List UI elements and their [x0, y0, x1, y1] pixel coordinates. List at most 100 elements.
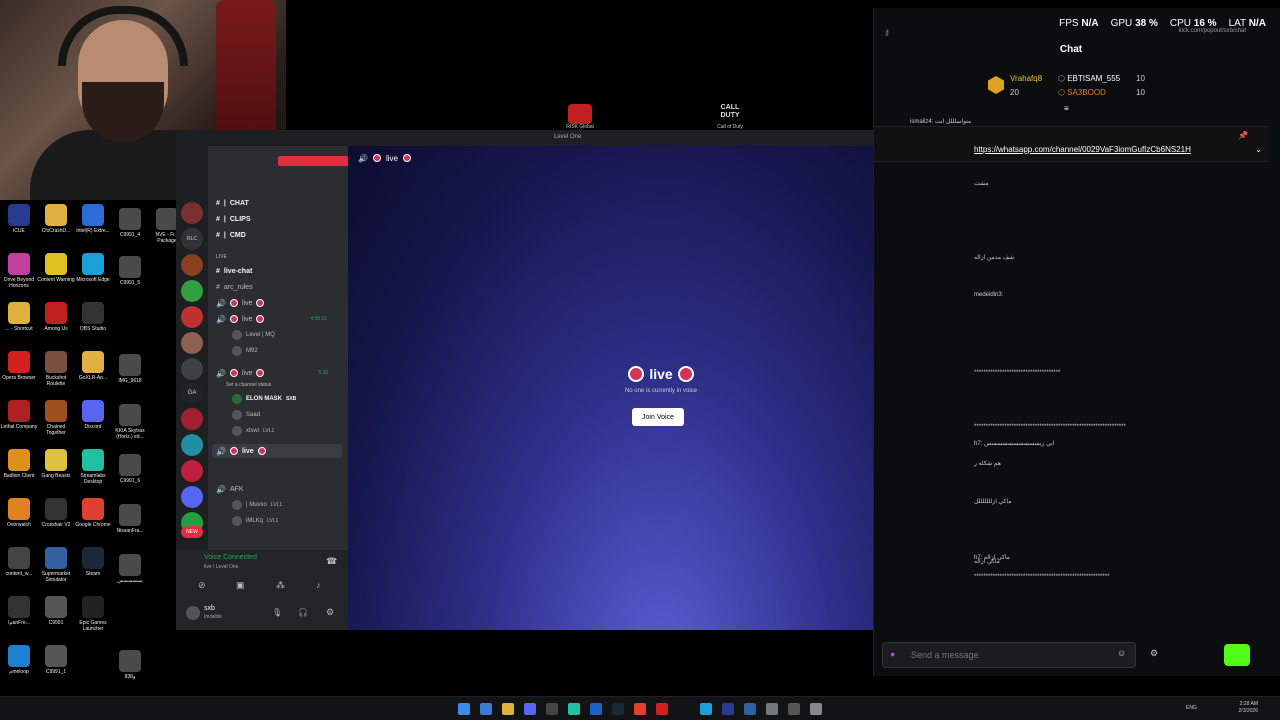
voice-user[interactable]: iMLKq LVL1 — [232, 514, 278, 528]
desktop-icon[interactable]: Opera Browser — [0, 351, 38, 381]
server-icon[interactable] — [181, 460, 203, 482]
pinned-link[interactable]: https://whatsapp.com/channel/0029VaF3iom… — [974, 145, 1191, 154]
desktop-icon[interactable]: IمanFre... — [0, 596, 38, 626]
desktop-icon[interactable]: GoXLR-Ap... — [74, 351, 112, 381]
desktop-icon[interactable]: C9991_6 — [111, 454, 149, 484]
desktop-icon[interactable]: Epic Games Launcher — [74, 596, 112, 632]
server-icon[interactable] — [181, 254, 203, 276]
desktop-icon[interactable]: Badlion Client — [0, 449, 38, 479]
clock[interactable]: 2:28 AM 2/3/2026 — [1239, 701, 1258, 715]
headphones-icon[interactable]: 🎧 — [298, 608, 308, 617]
desktop-icon[interactable]: ... - Shortcut — [0, 302, 38, 332]
desktop-icon[interactable]: بسسسسس — [111, 554, 149, 584]
desktop-icon[interactable]: IMG_9618 — [111, 354, 149, 384]
server-icon[interactable] — [181, 280, 203, 302]
desktop-icon[interactable]: Among Us — [37, 302, 75, 332]
desktop-icon[interactable]: Gang Beasts — [37, 449, 75, 479]
edge-icon[interactable] — [700, 703, 712, 715]
desktop-icon[interactable]: OBS Studio — [74, 302, 112, 332]
desktop-icon-risk[interactable]: RISK Global — [560, 104, 600, 130]
channel-chat[interactable]: # | CHAT — [216, 196, 249, 210]
app-icon[interactable] — [722, 703, 734, 715]
mic-icon[interactable]: ● — [890, 649, 895, 659]
desktop-icon[interactable]: C9991_1 — [37, 645, 75, 675]
app-icon[interactable] — [590, 703, 602, 715]
desktop-icon[interactable]: Lethal Company — [0, 400, 38, 430]
server-icon[interactable] — [181, 486, 203, 508]
mic-icon[interactable]: 🎙 — [272, 608, 282, 617]
camera-off-icon[interactable]: ⊘ — [198, 580, 206, 591]
app-icon[interactable] — [810, 703, 822, 715]
desktop-icon[interactable]: KKIA Skytrax (Horiz.) ed... — [111, 404, 149, 440]
voice-user[interactable]: M92 — [232, 344, 258, 358]
channel-arc-rules[interactable]: # arc_rules — [216, 280, 253, 294]
voice-channel[interactable]: 🔊 live — [216, 296, 265, 310]
desktop-icon[interactable]: Drive Beyond Horizons — [0, 253, 38, 289]
voice-user[interactable]: | Muvxo LVL1 — [232, 498, 282, 512]
desktop-icon-cod[interactable]: CALL DUTY Call of Duty — [710, 104, 750, 130]
url-bar[interactable]: kick.com/popout/sxb/chat — [1179, 28, 1246, 34]
steam-icon[interactable] — [612, 703, 624, 715]
desktop-icon[interactable]: C9991 — [37, 596, 75, 626]
voice-user[interactable]: Level | MQ — [232, 328, 275, 342]
settings-icon[interactable] — [766, 703, 778, 715]
channel-clips[interactable]: # | CLIPS — [216, 212, 251, 226]
settings-icon[interactable]: ⚙ — [326, 607, 334, 618]
app-icon[interactable] — [788, 703, 800, 715]
screen-share-icon[interactable]: ▣ — [236, 580, 245, 591]
opera-icon[interactable] — [656, 703, 668, 715]
voice-channel[interactable]: 🔊 live 4:55:21 — [216, 312, 327, 326]
voice-user[interactable]: Saad — [232, 408, 260, 422]
file-explorer-icon[interactable] — [502, 703, 514, 715]
desktop-icon[interactable]: Steam — [74, 547, 112, 577]
desktop-icon[interactable]: Supermarket Simulator — [37, 547, 75, 583]
desktop-icon[interactable]: Crosshair V2 — [37, 498, 75, 528]
desktop-icon[interactable]: Google Chrome — [74, 498, 112, 528]
voice-user[interactable]: ELON MASK SXB — [232, 392, 296, 406]
desktop-icon[interactable]: و838 — [111, 650, 149, 680]
voice-user[interactable]: xlxwi LVL1 — [232, 424, 274, 438]
desktop-icon[interactable]: مmeloop — [0, 645, 38, 675]
server-icon[interactable] — [181, 358, 203, 380]
server-icon[interactable] — [181, 408, 203, 430]
server-icon[interactable] — [181, 332, 203, 354]
desktop-icon[interactable]: content_w... — [0, 547, 38, 577]
chevron-down-icon[interactable]: ⌄ — [1255, 145, 1262, 154]
desktop-icon[interactable]: NissanFra... — [111, 504, 149, 534]
desktop-icon[interactable]: Overwatch — [0, 498, 38, 528]
disconnect-icon[interactable]: ☎ — [326, 556, 337, 567]
server-icon[interactable]: GA — [181, 382, 203, 404]
app-icon[interactable] — [744, 703, 756, 715]
voice-channel-afk[interactable]: 🔊 AFK — [216, 482, 244, 496]
pinned-message[interactable]: https://whatsapp.com/channel/0029VaF3iom… — [874, 126, 1268, 162]
mentions-bar[interactable] — [278, 156, 348, 166]
channel-live-chat[interactable]: # live-chat — [216, 264, 252, 278]
category-live[interactable]: LIVE — [216, 250, 227, 264]
settings-icon[interactable]: ⚙ — [1150, 648, 1158, 659]
desktop-icon[interactable]: iCUE — [0, 204, 38, 234]
avatar[interactable] — [186, 606, 200, 620]
channel-cmd[interactable]: # | CMD — [216, 228, 246, 242]
desktop-icon[interactable]: Streamlabs Desktop — [74, 449, 112, 485]
desktop-icon[interactable]: CfxCrashD... — [37, 204, 75, 234]
app-icon[interactable] — [546, 703, 558, 715]
server-icon[interactable] — [181, 306, 203, 328]
desktop-icon[interactable]: Chained Together — [37, 400, 75, 436]
desktop-icon[interactable]: Intel(R) Extre... — [74, 204, 112, 234]
server-icon[interactable] — [181, 202, 203, 224]
desktop-icon[interactable]: Microsoft Edge — [74, 253, 112, 283]
desktop-icon[interactable]: C9991_5 — [111, 256, 149, 286]
chrome-icon[interactable] — [634, 703, 646, 715]
desktop-icon[interactable]: C9991_4 — [111, 208, 149, 238]
send-button[interactable] — [1224, 644, 1250, 666]
set-channel-status[interactable]: Set a channel status — [226, 378, 271, 392]
voice-channel-active[interactable]: 🔊 live — [212, 444, 342, 458]
message-input[interactable] — [882, 642, 1136, 668]
collapse-icon[interactable]: ≡ — [1064, 104, 1069, 113]
server-icon[interactable]: RLC — [181, 228, 203, 250]
streamlabs-icon[interactable] — [568, 703, 580, 715]
soundboard-icon[interactable]: ♪ — [316, 580, 321, 590]
emoji-icon[interactable]: ☺ — [1117, 648, 1126, 658]
start-icon[interactable] — [458, 703, 470, 715]
server-icon[interactable] — [181, 434, 203, 456]
